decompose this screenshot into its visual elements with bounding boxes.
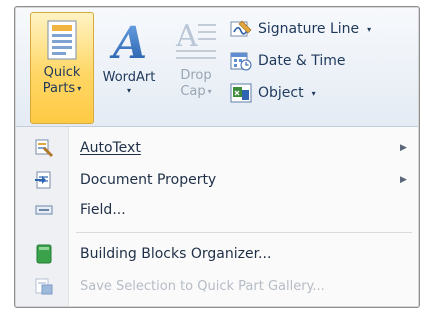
autotext-icon — [35, 139, 54, 158]
quick-parts-button[interactable]: Quick Parts ▾ — [30, 12, 94, 124]
svg-text:A: A — [109, 18, 147, 64]
drop-cap-label-row: Cap ▾ — [180, 84, 211, 100]
field-icon — [35, 205, 53, 215]
quick-parts-label-line2: Parts — [42, 81, 76, 96]
date-time-button[interactable]: Date & Time — [230, 48, 346, 74]
document-property-label: Document Property — [80, 172, 217, 188]
wordart-icon: A — [109, 18, 147, 64]
object-label: Object — [258, 85, 304, 101]
drop-cap-caret: ▾ — [207, 87, 212, 96]
signature-line-button[interactable]: Signature Line ▾ — [230, 16, 371, 42]
ribbon-text-group: Quick Parts ▾ A WordArt ▾ A Drop Cap ▾ S… — [16, 8, 418, 127]
menu-item-field[interactable]: Field... — [16, 197, 418, 223]
svg-text:A: A — [175, 19, 198, 54]
wordart-caret: ▾ — [126, 86, 131, 95]
drop-cap-icon: A — [175, 19, 216, 59]
save-selection-icon — [35, 278, 53, 295]
signature-line-icon — [230, 20, 252, 37]
object-icon — [230, 83, 252, 103]
submenu-arrow-icon: ▶ — [400, 143, 407, 153]
submenu-arrow-icon: ▶ — [400, 175, 407, 185]
building-blocks-icon — [36, 244, 52, 264]
date-time-icon — [230, 52, 252, 71]
menu-separator — [76, 232, 412, 233]
object-button[interactable]: Object ▾ — [230, 80, 316, 106]
drop-cap-button[interactable]: A Drop Cap ▾ — [166, 12, 226, 122]
signature-line-caret: ▾ — [367, 24, 372, 34]
drop-cap-label-line2: Cap — [180, 84, 206, 99]
wordart-label: WordArt — [102, 70, 156, 85]
quick-parts-menu: AutoText ▶ Document Property ▶ Field... — [16, 127, 418, 306]
drop-cap-label-line1: Drop — [180, 68, 212, 83]
menu-item-autotext[interactable]: AutoText ▶ — [16, 135, 418, 161]
menu-item-building-blocks-organizer[interactable]: Building Blocks Organizer... — [16, 241, 418, 267]
quick-parts-label-line1: Quick — [43, 65, 81, 80]
field-label: Field... — [80, 202, 126, 218]
quick-parts-caret: ▾ — [77, 84, 82, 93]
save-selection-label: Save Selection to Quick Part Gallery... — [80, 278, 325, 294]
menu-item-document-property[interactable]: Document Property ▶ — [16, 167, 418, 193]
menu-item-save-selection[interactable]: Save Selection to Quick Part Gallery... — [16, 273, 418, 299]
quick-parts-label-row: Parts ▾ — [43, 81, 81, 97]
signature-line-label: Signature Line — [258, 21, 360, 37]
autotext-label: AutoText — [80, 140, 141, 156]
document-property-icon — [35, 171, 51, 189]
quick-parts-icon — [47, 20, 77, 60]
object-caret: ▾ — [311, 88, 316, 98]
building-blocks-organizer-label: Building Blocks Organizer... — [80, 246, 272, 262]
date-time-label: Date & Time — [258, 53, 346, 69]
wordart-button[interactable]: A WordArt ▾ — [98, 12, 160, 122]
quick-parts-window: Quick Parts ▾ A WordArt ▾ A Drop Cap ▾ S… — [14, 6, 420, 308]
